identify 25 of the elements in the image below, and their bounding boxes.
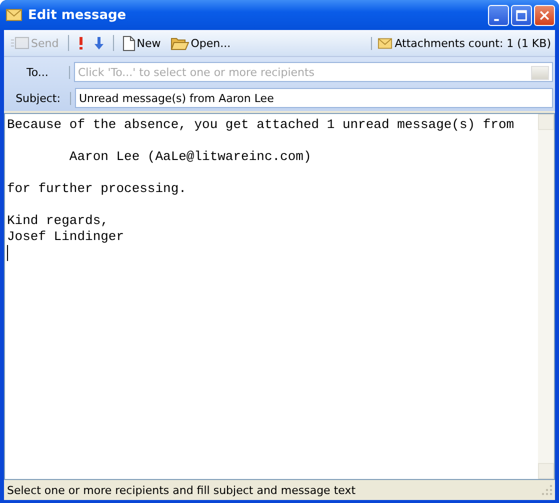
resize-grip-icon: [541, 484, 553, 496]
document-icon: [122, 36, 135, 50]
to-button[interactable]: To...: [6, 66, 70, 78]
message-line: Josef Lindinger: [7, 229, 124, 244]
message-line: Because of the absence, you get attached 1 unread message(s) from: [7, 117, 514, 132]
new-button[interactable]: New: [120, 34, 164, 52]
scrollbar[interactable]: [538, 114, 554, 479]
message-line: for further processing.: [7, 181, 186, 196]
maximize-button[interactable]: [511, 4, 532, 26]
message-line: Kind regards,: [7, 213, 108, 228]
message-line: Aaron Lee (AaLe@litwareinc.com): [68, 149, 312, 164]
subject-label: Subject:: [6, 92, 71, 104]
open-button[interactable]: Open...: [168, 34, 234, 52]
to-field[interactable]: Click 'To...' to select one or more recipients: [74, 62, 553, 82]
minimize-button[interactable]: [488, 4, 509, 26]
maximize-icon: [514, 8, 529, 22]
down-arrow-icon: [94, 36, 104, 50]
folder-icon: [170, 36, 189, 50]
close-button[interactable]: [534, 4, 555, 26]
status-text: Select one or more recipients and fill subject and message text: [7, 484, 356, 496]
text-cursor: [7, 245, 8, 261]
window-title: Edit message: [28, 8, 128, 22]
exclamation-icon: [78, 36, 84, 50]
minimize-icon: [494, 18, 499, 20]
subject-field[interactable]: Unread message(s) from Aaron Lee: [75, 88, 553, 108]
